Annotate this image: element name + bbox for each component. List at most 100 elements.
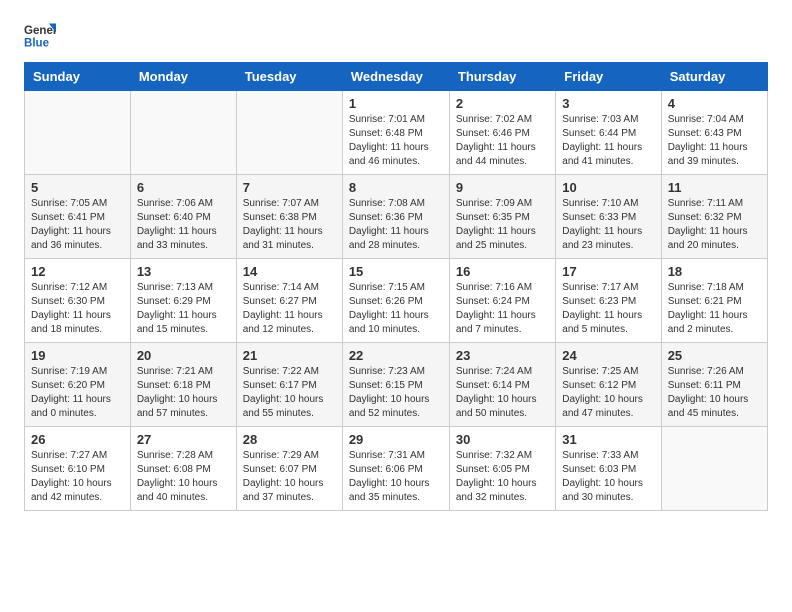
calendar-empty-cell (130, 91, 236, 175)
day-number: 5 (31, 180, 124, 195)
day-number: 14 (243, 264, 336, 279)
day-number: 26 (31, 432, 124, 447)
day-info: Sunrise: 7:13 AM Sunset: 6:29 PM Dayligh… (137, 281, 230, 337)
calendar-day-23: 23 Sunrise: 7:24 AM Sunset: 6:14 PM Dayli… (449, 343, 555, 427)
calendar-empty-cell (25, 91, 131, 175)
calendar-day-18: 18Sunrise: 7:18 AM Sunset: 6:21 PM Dayli… (661, 259, 767, 343)
day-number: 22 (349, 348, 443, 363)
logo: General Blue (24, 20, 56, 52)
day-number: 12 (31, 264, 124, 279)
day-number: 4 (668, 96, 761, 111)
day-info: Sunrise: 7:16 AM Sunset: 6:24 PM Dayligh… (456, 281, 549, 337)
calendar-day-21: 21 Sunrise: 7:22 AM Sunset: 6:17 PM Dayli… (236, 343, 342, 427)
day-info: Sunrise: 7:10 AM Sunset: 6:33 PM Dayligh… (562, 197, 654, 253)
calendar-day-25: 25 Sunrise: 7:26 AM Sunset: 6:11 PM Dayli… (661, 343, 767, 427)
day-info: Sunrise: 7:31 AM Sunset: 6:06 PM Dayligh… (349, 449, 443, 505)
calendar-day-5: 5Sunrise: 7:05 AM Sunset: 6:41 PM Daylig… (25, 175, 131, 259)
day-number: 15 (349, 264, 443, 279)
calendar-table: SundayMondayTuesdayWednesdayThursdayFrid… (24, 62, 768, 511)
calendar-week-row: 5Sunrise: 7:05 AM Sunset: 6:41 PM Daylig… (25, 175, 768, 259)
calendar-day-11: 11Sunrise: 7:11 AM Sunset: 6:32 PM Dayli… (661, 175, 767, 259)
calendar-day-10: 10 Sunrise: 7:10 AM Sunset: 6:33 PM Dayli… (556, 175, 661, 259)
calendar-day-8: 8 Sunrise: 7:08 AM Sunset: 6:36 PM Daylig… (342, 175, 449, 259)
calendar-empty-cell (236, 91, 342, 175)
day-number: 17 (562, 264, 654, 279)
day-info: Sunrise: 7:03 AM Sunset: 6:44 PM Dayligh… (562, 113, 654, 169)
day-info: Sunrise: 7:01 AM Sunset: 6:48 PM Dayligh… (349, 113, 443, 169)
calendar-day-15: 15 Sunrise: 7:15 AM Sunset: 6:26 PM Dayli… (342, 259, 449, 343)
day-number: 11 (668, 180, 761, 195)
calendar-day-29: 29 Sunrise: 7:31 AM Sunset: 6:06 PM Dayli… (342, 427, 449, 511)
calendar-week-row: 19Sunrise: 7:19 AM Sunset: 6:20 PM Dayli… (25, 343, 768, 427)
day-number: 20 (137, 348, 230, 363)
calendar-day-9: 9 Sunrise: 7:09 AM Sunset: 6:35 PM Daylig… (449, 175, 555, 259)
day-number: 7 (243, 180, 336, 195)
calendar-week-row: 1Sunrise: 7:01 AM Sunset: 6:48 PM Daylig… (25, 91, 768, 175)
day-number: 6 (137, 180, 230, 195)
day-number: 31 (562, 432, 654, 447)
day-info: Sunrise: 7:26 AM Sunset: 6:11 PM Dayligh… (668, 365, 761, 421)
day-info: Sunrise: 7:32 AM Sunset: 6:05 PM Dayligh… (456, 449, 549, 505)
day-info: Sunrise: 7:17 AM Sunset: 6:23 PM Dayligh… (562, 281, 654, 337)
col-header-tuesday: Tuesday (236, 63, 342, 91)
day-info: Sunrise: 7:08 AM Sunset: 6:36 PM Dayligh… (349, 197, 443, 253)
calendar-day-27: 27 Sunrise: 7:28 AM Sunset: 6:08 PM Dayli… (130, 427, 236, 511)
day-number: 3 (562, 96, 654, 111)
calendar-day-1: 1Sunrise: 7:01 AM Sunset: 6:48 PM Daylig… (342, 91, 449, 175)
col-header-sunday: Sunday (25, 63, 131, 91)
day-number: 23 (456, 348, 549, 363)
logo-icon: General Blue (24, 20, 56, 52)
day-info: Sunrise: 7:02 AM Sunset: 6:46 PM Dayligh… (456, 113, 549, 169)
page-header: General Blue (24, 20, 768, 52)
day-info: Sunrise: 7:09 AM Sunset: 6:35 PM Dayligh… (456, 197, 549, 253)
day-info: Sunrise: 7:07 AM Sunset: 6:38 PM Dayligh… (243, 197, 336, 253)
calendar-empty-cell (661, 427, 767, 511)
calendar-day-20: 20 Sunrise: 7:21 AM Sunset: 6:18 PM Dayli… (130, 343, 236, 427)
day-number: 8 (349, 180, 443, 195)
calendar-day-12: 12Sunrise: 7:12 AM Sunset: 6:30 PM Dayli… (25, 259, 131, 343)
day-info: Sunrise: 7:22 AM Sunset: 6:17 PM Dayligh… (243, 365, 336, 421)
col-header-saturday: Saturday (661, 63, 767, 91)
calendar-day-4: 4Sunrise: 7:04 AM Sunset: 6:43 PM Daylig… (661, 91, 767, 175)
svg-text:Blue: Blue (24, 38, 50, 50)
day-number: 28 (243, 432, 336, 447)
calendar-day-22: 22 Sunrise: 7:23 AM Sunset: 6:15 PM Dayli… (342, 343, 449, 427)
col-header-friday: Friday (556, 63, 661, 91)
day-info: Sunrise: 7:33 AM Sunset: 6:03 PM Dayligh… (562, 449, 654, 505)
day-number: 29 (349, 432, 443, 447)
calendar-day-30: 30Sunrise: 7:32 AM Sunset: 6:05 PM Dayli… (449, 427, 555, 511)
calendar-day-16: 16 Sunrise: 7:16 AM Sunset: 6:24 PM Dayli… (449, 259, 555, 343)
day-info: Sunrise: 7:21 AM Sunset: 6:18 PM Dayligh… (137, 365, 230, 421)
calendar-day-17: 17 Sunrise: 7:17 AM Sunset: 6:23 PM Dayli… (556, 259, 661, 343)
day-number: 27 (137, 432, 230, 447)
day-number: 25 (668, 348, 761, 363)
day-info: Sunrise: 7:06 AM Sunset: 6:40 PM Dayligh… (137, 197, 230, 253)
day-number: 13 (137, 264, 230, 279)
calendar-day-24: 24Sunrise: 7:25 AM Sunset: 6:12 PM Dayli… (556, 343, 661, 427)
day-info: Sunrise: 7:18 AM Sunset: 6:21 PM Dayligh… (668, 281, 761, 337)
calendar-day-3: 3 Sunrise: 7:03 AM Sunset: 6:44 PM Daylig… (556, 91, 661, 175)
day-number: 16 (456, 264, 549, 279)
calendar-header-row: SundayMondayTuesdayWednesdayThursdayFrid… (25, 63, 768, 91)
day-info: Sunrise: 7:28 AM Sunset: 6:08 PM Dayligh… (137, 449, 230, 505)
day-number: 24 (562, 348, 654, 363)
calendar-day-2: 2Sunrise: 7:02 AM Sunset: 6:46 PM Daylig… (449, 91, 555, 175)
day-info: Sunrise: 7:15 AM Sunset: 6:26 PM Dayligh… (349, 281, 443, 337)
calendar-day-19: 19Sunrise: 7:19 AM Sunset: 6:20 PM Dayli… (25, 343, 131, 427)
day-info: Sunrise: 7:24 AM Sunset: 6:14 PM Dayligh… (456, 365, 549, 421)
calendar-day-28: 28 Sunrise: 7:29 AM Sunset: 6:07 PM Dayli… (236, 427, 342, 511)
calendar-day-31: 31 Sunrise: 7:33 AM Sunset: 6:03 PM Dayli… (556, 427, 661, 511)
calendar-day-7: 7 Sunrise: 7:07 AM Sunset: 6:38 PM Daylig… (236, 175, 342, 259)
day-info: Sunrise: 7:23 AM Sunset: 6:15 PM Dayligh… (349, 365, 443, 421)
col-header-wednesday: Wednesday (342, 63, 449, 91)
day-number: 9 (456, 180, 549, 195)
day-number: 10 (562, 180, 654, 195)
calendar-week-row: 12Sunrise: 7:12 AM Sunset: 6:30 PM Dayli… (25, 259, 768, 343)
calendar-day-13: 13 Sunrise: 7:13 AM Sunset: 6:29 PM Dayli… (130, 259, 236, 343)
calendar-day-26: 26Sunrise: 7:27 AM Sunset: 6:10 PM Dayli… (25, 427, 131, 511)
svg-text:General: General (24, 25, 56, 37)
day-info: Sunrise: 7:29 AM Sunset: 6:07 PM Dayligh… (243, 449, 336, 505)
day-info: Sunrise: 7:14 AM Sunset: 6:27 PM Dayligh… (243, 281, 336, 337)
day-number: 19 (31, 348, 124, 363)
day-number: 21 (243, 348, 336, 363)
